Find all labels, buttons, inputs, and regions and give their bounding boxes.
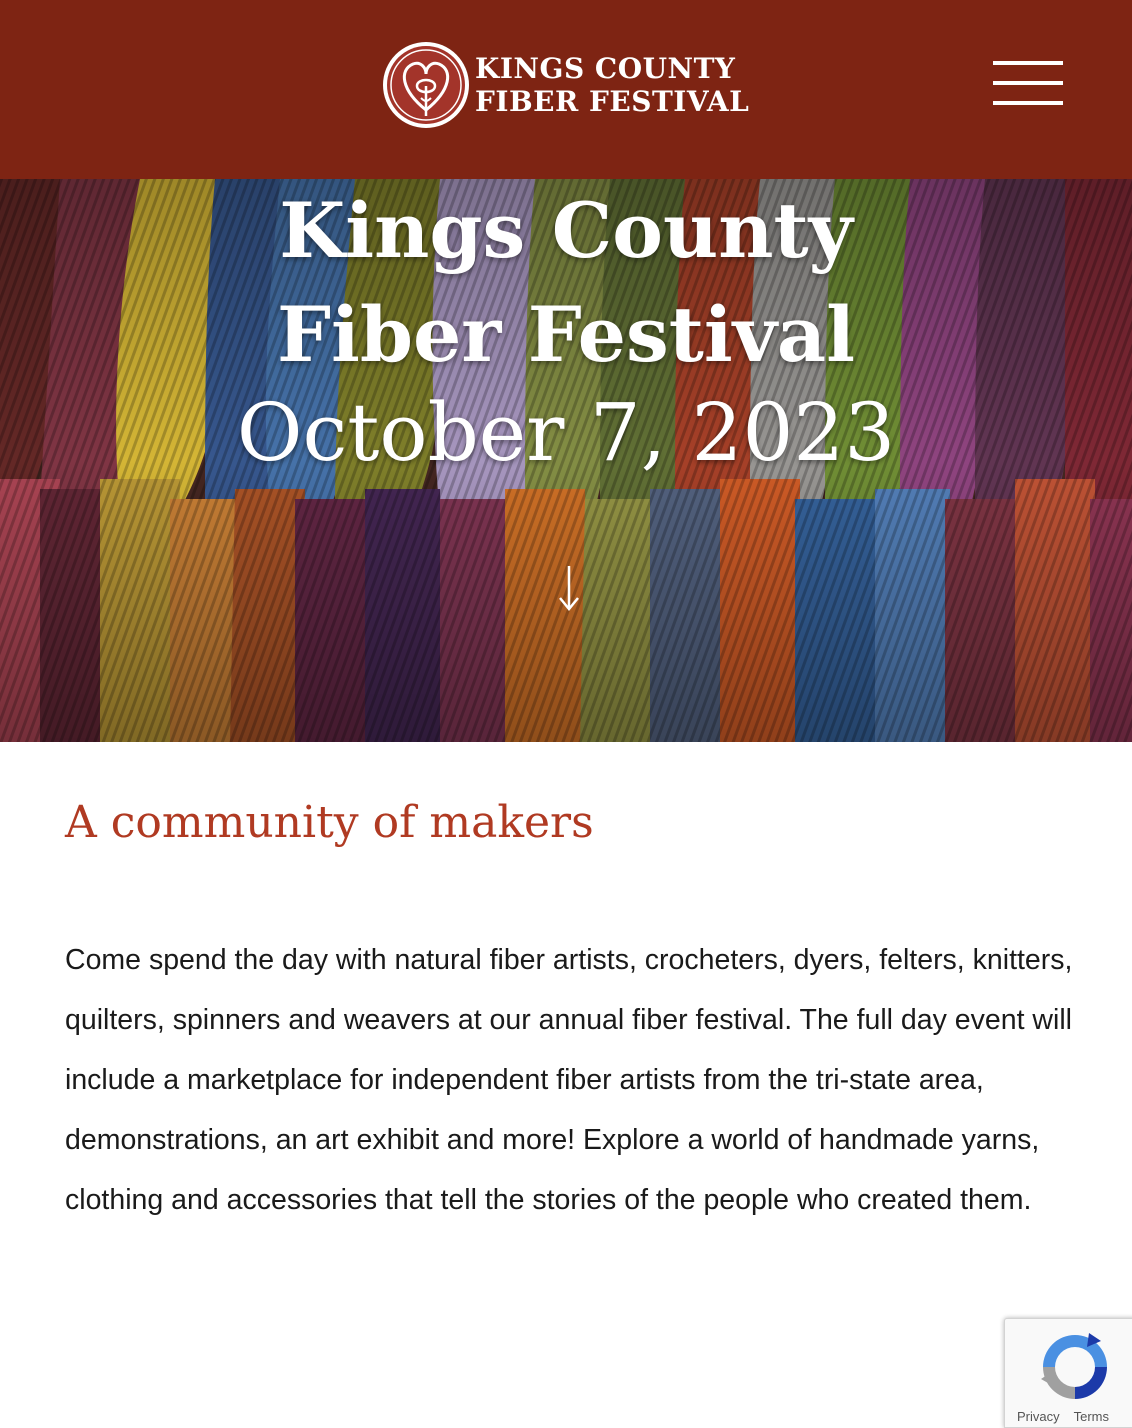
arrow-down-icon[interactable] xyxy=(556,564,582,612)
intro-paragraph: Come spend the day with natural fiber ar… xyxy=(65,944,1073,1216)
recaptcha-logo-icon xyxy=(1041,1333,1107,1399)
recaptcha-terms-link[interactable]: Terms xyxy=(1074,1409,1109,1424)
logo-text: KINGS COUNTY FIBER FESTIVAL xyxy=(475,51,750,118)
event-date: October 7, 2023 xyxy=(236,386,896,479)
hamburger-menu-icon[interactable] xyxy=(993,61,1063,106)
recaptcha-links: Privacy Terms xyxy=(1017,1409,1123,1424)
menu-bar xyxy=(993,101,1063,105)
section-heading: A community of makers xyxy=(65,797,594,848)
hero-banner: Kings County Fiber Festival October 7, 2… xyxy=(0,179,1132,742)
logo-line-1: KINGS COUNTY xyxy=(475,51,736,85)
site-logo[interactable]: KINGS COUNTY FIBER FESTIVAL xyxy=(381,39,771,131)
logo-line-2: FIBER FESTIVAL xyxy=(475,84,750,118)
recaptcha-privacy-link[interactable]: Privacy xyxy=(1017,1409,1060,1424)
hero-title: Kings County Fiber Festival xyxy=(276,186,855,379)
site-header: KINGS COUNTY FIBER FESTIVAL xyxy=(0,0,1132,179)
menu-bar xyxy=(993,61,1063,65)
recaptcha-badge[interactable]: Privacy Terms xyxy=(1004,1318,1132,1428)
menu-bar xyxy=(993,81,1063,85)
logo-emblem-icon xyxy=(383,42,469,128)
